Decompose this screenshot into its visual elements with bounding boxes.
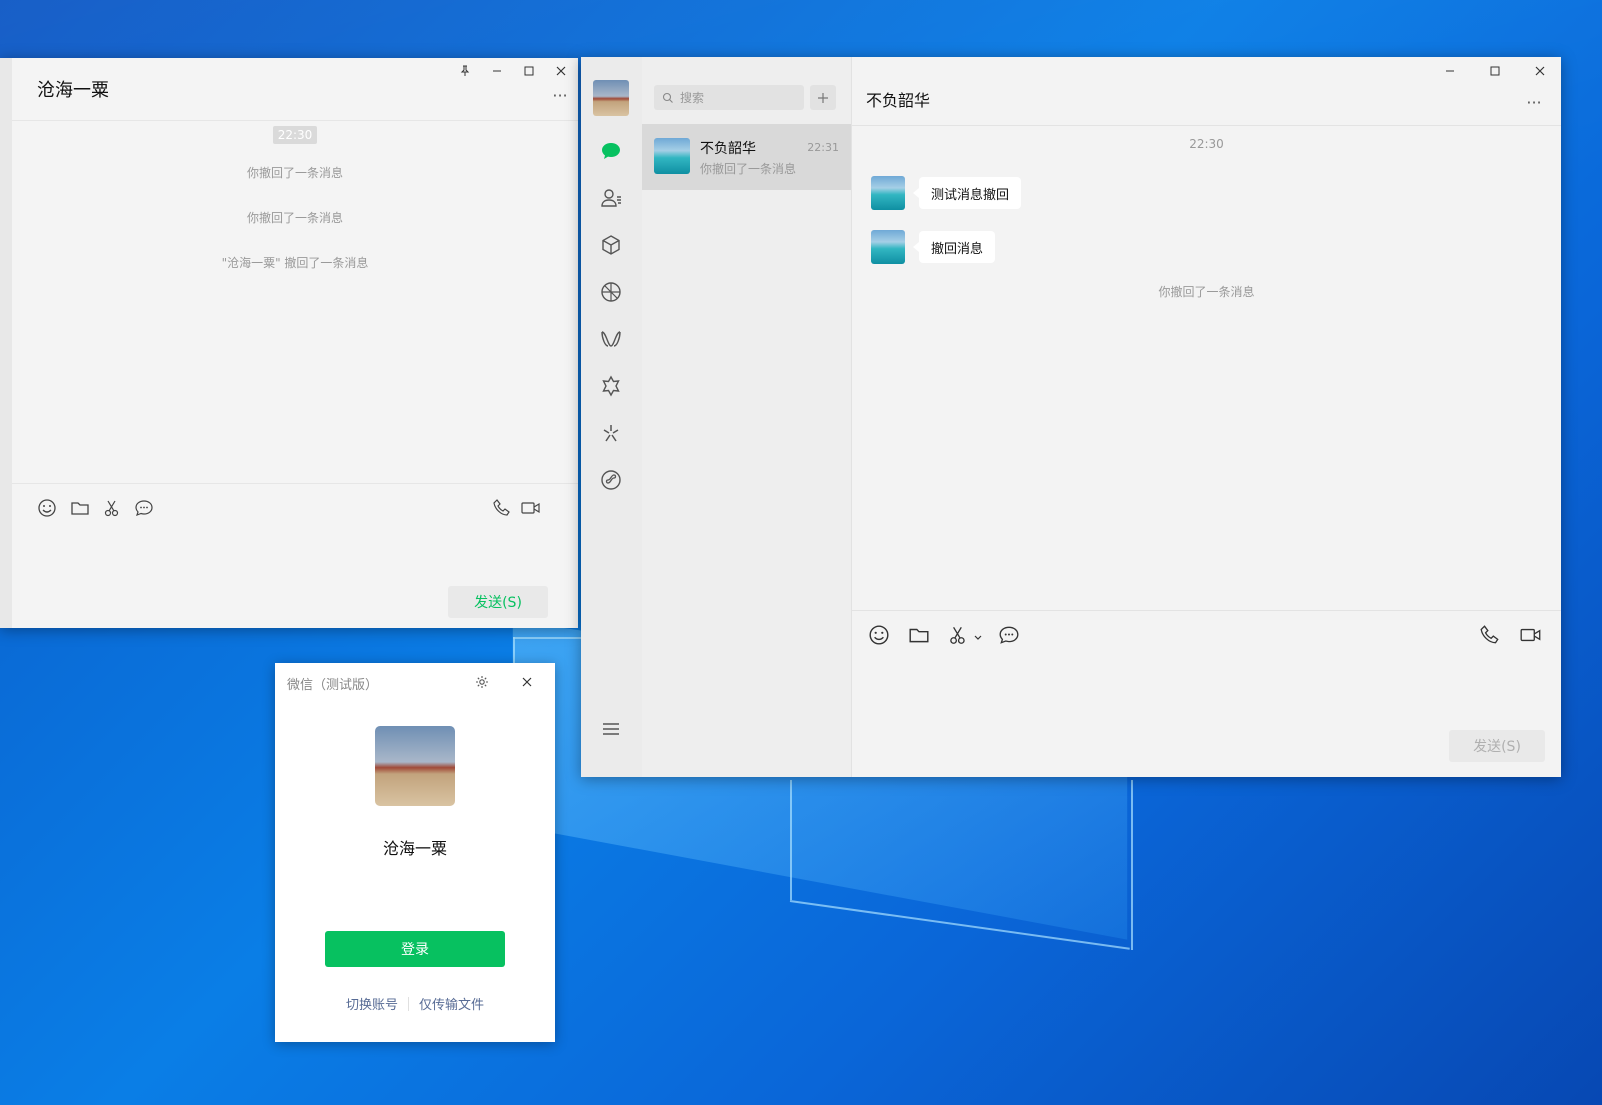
switch-account-link[interactable]: 切换账号: [346, 994, 398, 1013]
chat-history-icon[interactable]: [134, 498, 154, 518]
pin-icon[interactable]: [454, 60, 476, 82]
maximize-button[interactable]: [518, 60, 540, 82]
close-button[interactable]: [550, 60, 572, 82]
top-stories-icon[interactable]: [599, 421, 623, 445]
conversation-list: 搜索 不负韶华 22:31 你撤回了一条消息: [642, 57, 852, 777]
search-placeholder: 搜索: [680, 91, 705, 105]
timestamp: 22:30: [272, 126, 318, 144]
window-title: 微信（测试版）: [287, 678, 379, 693]
emoji-icon[interactable]: [37, 498, 57, 518]
avatar[interactable]: [593, 80, 629, 116]
conversation-preview: 你撤回了一条消息: [700, 162, 797, 176]
desktop-line: [790, 780, 792, 900]
system-message: 你撤回了一条消息: [246, 166, 343, 180]
close-button[interactable]: [1529, 60, 1551, 82]
contacts-icon[interactable]: [599, 186, 623, 210]
message-bubble[interactable]: 测试消息撤回: [912, 177, 1022, 209]
minimize-button[interactable]: [486, 60, 508, 82]
chat-window-left: 沧海一粟 ··· 22:30 你撤回了一条消息 你撤回了一条消息 "沧海一粟" …: [0, 58, 578, 628]
search-net-icon[interactable]: [599, 374, 623, 398]
system-message: "沧海一粟" 撤回了一条消息: [221, 256, 369, 270]
mini-program-icon[interactable]: [599, 468, 623, 492]
conversation-time: 22:31: [807, 141, 839, 154]
transfer-only-link[interactable]: 仅传输文件: [419, 994, 484, 1013]
folder-icon[interactable]: [70, 498, 90, 518]
header-divider: [12, 120, 578, 121]
wechat-main-window: 搜索 不负韶华 22:31 你撤回了一条消息 不负韶华 ··· 22:30 测试…: [581, 57, 1561, 777]
conversation-name: 不负韶华: [700, 141, 756, 157]
login-window: 微信（测试版） 沧海一粟 登录 切换账号 仅传输文件: [275, 663, 555, 1042]
phone-icon[interactable]: [492, 498, 512, 518]
input-divider: [12, 483, 578, 484]
desktop-line: [1131, 780, 1133, 950]
link-separator: [408, 996, 409, 1011]
message-bubble[interactable]: 撤回消息: [912, 231, 996, 263]
phone-icon[interactable]: [1479, 624, 1501, 646]
nav-rail: [581, 57, 642, 777]
menu-icon[interactable]: [599, 717, 623, 741]
chat-icon[interactable]: [599, 139, 623, 163]
video-call-icon[interactable]: [1519, 624, 1543, 646]
search-icon: [662, 92, 673, 103]
chat-panel: 不负韶华 ··· 22:30 测试消息撤回 撤回消息 你撤回了一条消息 发送(S…: [852, 57, 1561, 777]
video-call-icon[interactable]: [520, 498, 542, 518]
username: 沧海一粟: [382, 839, 447, 858]
folder-icon[interactable]: [908, 624, 930, 646]
chat-title: 沧海一粟: [37, 80, 109, 101]
input-divider: [852, 610, 1561, 611]
contact-avatar: [654, 138, 690, 174]
conversation-item[interactable]: 不负韶华 22:31 你撤回了一条消息: [642, 124, 851, 190]
channels-icon[interactable]: [599, 327, 623, 351]
favorites-icon[interactable]: [599, 233, 623, 257]
more-icon[interactable]: ···: [549, 84, 571, 106]
chat-history-icon[interactable]: [998, 624, 1020, 646]
send-button[interactable]: 发送(S): [448, 586, 548, 618]
more-icon[interactable]: ···: [1523, 91, 1545, 113]
avatar: [375, 726, 455, 806]
contact-avatar[interactable]: [871, 230, 905, 264]
close-button[interactable]: [516, 671, 538, 693]
chevron-down-icon[interactable]: [972, 629, 984, 641]
header-divider: [852, 125, 1561, 126]
plus-icon: [818, 92, 828, 103]
gear-icon[interactable]: [471, 671, 493, 693]
scissors-icon[interactable]: [947, 624, 969, 646]
add-button[interactable]: [810, 85, 836, 110]
minimize-button[interactable]: [1439, 60, 1461, 82]
search-box[interactable]: 搜索: [654, 85, 804, 110]
system-message: 你撤回了一条消息: [1158, 285, 1255, 299]
send-button[interactable]: 发送(S): [1449, 730, 1545, 762]
moments-icon[interactable]: [599, 280, 623, 304]
system-message: 你撤回了一条消息: [246, 211, 343, 225]
contact-avatar[interactable]: [871, 176, 905, 210]
maximize-button[interactable]: [1484, 60, 1506, 82]
timestamp: 22:30: [1189, 137, 1224, 151]
login-button[interactable]: 登录: [325, 931, 505, 967]
emoji-icon[interactable]: [868, 624, 890, 646]
chat-title: 不负韶华: [866, 91, 931, 110]
scissors-icon[interactable]: [102, 498, 122, 518]
